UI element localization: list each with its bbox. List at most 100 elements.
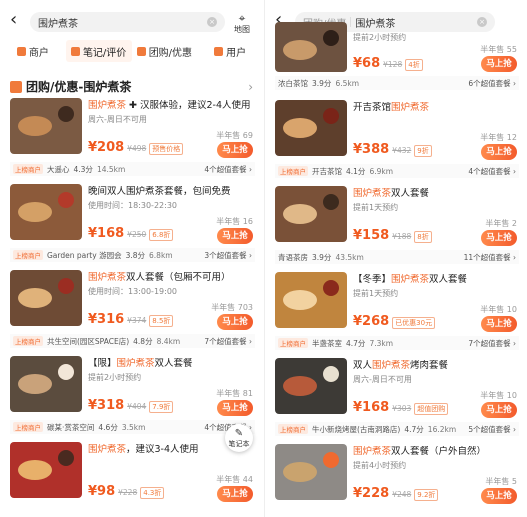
discount-badge: 9折 xyxy=(414,145,432,157)
deal-title: 围炉煮茶双人套餐（包厢不可用） xyxy=(88,272,255,284)
deal-title-rest: ，建议3-4人使用 xyxy=(126,444,199,455)
shop-row[interactable]: 上榜商户 碳某·赏茶空间 4.6分 3.5km 4个超值套餐 › xyxy=(10,420,255,434)
map-button[interactable]: ⌖ 地图 xyxy=(231,12,253,35)
clear-icon[interactable]: × xyxy=(477,17,487,27)
search-input[interactable]: 围炉煮茶 × xyxy=(30,12,225,32)
buy-button[interactable]: 马上抢 xyxy=(481,316,517,332)
shop-row[interactable]: 上榜商户 开吉茶馆 4.1分 6.9km 4个超值套餐 › xyxy=(275,164,519,178)
deal-thumbnail xyxy=(10,184,82,240)
deal-title-rest: 晚间双人围炉煮茶套餐，包间免费 xyxy=(88,186,231,197)
rank-tag: 上榜商户 xyxy=(13,336,43,346)
shop-name: 青语茶房 xyxy=(278,252,308,262)
deal-card[interactable]: 双人围炉煮茶烤肉套餐 周六-周日不可用 半年售 10 ¥168 ¥303 超值团购 … xyxy=(275,358,519,438)
deal-card[interactable]: 围炉煮茶，建议3-4人使用 半年售 44 ¥98 ¥228 4.3折 马上抢 xyxy=(10,442,255,517)
notebook-button[interactable]: ✎ 笔记本 xyxy=(225,424,253,452)
more-deals-link[interactable]: 11个超值套餐 › xyxy=(464,252,516,263)
tab-label: 用户 xyxy=(226,47,247,59)
deal-title-rest: ✚ 汉服体验，建议2-4人使用 xyxy=(126,100,251,111)
buy-button[interactable]: 马上抢 xyxy=(481,56,517,72)
deal-thumbnail xyxy=(275,186,347,242)
discount-badge: 6.8折 xyxy=(149,229,174,241)
tab-merchants[interactable]: 商户 xyxy=(0,40,66,62)
shop-name: 浓白茶馆 xyxy=(278,78,308,88)
original-price: ¥432 xyxy=(392,146,412,155)
deal-subtitle: 提前2小时预约 xyxy=(353,33,407,42)
distance: 7.3km xyxy=(369,338,394,348)
deal-thumbnail xyxy=(10,442,82,498)
deal-card[interactable]: 【限】围炉煮茶双人套餐 提前2小时预约 半年售 81 ¥318 ¥404 7.9折 … xyxy=(10,356,255,436)
more-deals-link[interactable]: 3个超值套餐 › xyxy=(204,250,252,261)
shop-row[interactable]: 上榜商户 Garden party 游园会 3.8分 6.8km 3个超值套餐 › xyxy=(10,248,255,262)
buy-button[interactable]: 马上抢 xyxy=(217,228,253,244)
more-deals-link[interactable]: 5个超值套餐 › xyxy=(468,424,516,435)
buy-button[interactable]: 马上抢 xyxy=(217,486,253,502)
buy-button[interactable]: 马上抢 xyxy=(481,230,517,246)
deal-card[interactable]: 【冬季】围炉煮茶双人套餐 提前1天预约 半年售 10 ¥268 已优惠30元 马上… xyxy=(275,272,519,352)
buy-button[interactable]: 马上抢 xyxy=(217,400,253,416)
tab-deals[interactable]: 团购/优惠 xyxy=(132,40,198,62)
buy-button[interactable]: 马上抢 xyxy=(217,142,253,158)
deal-title-prefix: 【限】 xyxy=(88,358,117,369)
tab-label: 笔记/评价 xyxy=(82,47,127,59)
deal-subtitle: 使用时间：13:00-19:00 xyxy=(88,287,177,296)
deal-card[interactable]: 围炉煮茶双人套餐 提前1天预约 半年售 2 ¥158 ¥188 8折 马上抢 青语茶… xyxy=(275,186,519,266)
rank-tag: 上榜商户 xyxy=(13,422,43,432)
original-price: ¥498 xyxy=(127,144,147,153)
buy-button[interactable]: 马上抢 xyxy=(481,144,517,160)
shop-row[interactable]: 上榜商户 共生空间(园区SPACE店) 4.8分 8.4km 7个超值套餐 › xyxy=(10,334,255,348)
deal-title: 围炉煮茶双人套餐（户外自然） xyxy=(353,446,519,458)
shop-name: Garden party 游园会 xyxy=(47,250,122,260)
buy-button[interactable]: 马上抢 xyxy=(217,314,253,330)
shop-row[interactable]: 浓白茶馆 3.9分 6.5km 6个超值套餐 › xyxy=(275,76,519,90)
sold-count: 半年售 55 xyxy=(480,45,517,54)
note-icon xyxy=(70,46,80,56)
distance: 6.9km xyxy=(369,166,394,176)
deal-subtitle: 周六-周日不可用 xyxy=(353,375,412,384)
deal-subtitle: 提前1天预约 xyxy=(353,289,399,298)
shop-row[interactable]: 青语茶房 3.9分 43.5km 11个超值套餐 › xyxy=(275,250,519,264)
deal-card[interactable]: 围炉煮茶双人套餐（包厢不可用） 使用时间：13:00-19:00 半年售 703… xyxy=(10,270,255,350)
price-row: ¥228 ¥248 9.2折 xyxy=(353,486,439,501)
back-icon[interactable]: ‹ xyxy=(10,10,17,30)
tab-notes[interactable]: 笔记/评价 xyxy=(65,40,132,62)
price-row: ¥68 ¥128 4折 xyxy=(353,56,423,71)
deal-title: 开吉茶馆围炉煮茶 xyxy=(353,102,519,114)
more-deals-link[interactable]: 4个超值套餐 › xyxy=(468,166,516,177)
sold-count: 半年售 703 xyxy=(211,303,253,312)
shop-row[interactable]: 上榜商户 牛小新烧烤屋(古南洞路店) 4.7分 16.2km 5个超值套餐 › xyxy=(275,422,519,436)
deal-title-prefix: 双人 xyxy=(353,360,373,371)
shop-row[interactable]: 上榜商户 半盏茶室 4.7分 7.3km 7个超值套餐 › xyxy=(275,336,519,350)
clear-icon[interactable]: × xyxy=(207,17,217,27)
deal-card[interactable]: 围炉煮茶双人套餐（户外自然） 提前4小时预约 半年售 5 ¥228 ¥248 9.2… xyxy=(275,444,519,517)
deal-title-prefix: 开吉茶馆 xyxy=(353,102,392,113)
coupon-icon xyxy=(136,46,146,56)
buy-button[interactable]: 马上抢 xyxy=(481,488,517,504)
shop-rating: 3.8分 xyxy=(125,250,146,260)
shop-rating: 4.6分 xyxy=(98,422,118,432)
notebook-icon: ✎ xyxy=(234,428,244,439)
tab-label: 团购/优惠 xyxy=(148,47,193,59)
price-row: ¥168 ¥250 6.8折 xyxy=(88,226,174,241)
more-deals-link[interactable]: 7个超值套餐 › xyxy=(204,336,252,347)
price-row: ¥268 已优惠30元 xyxy=(353,314,436,329)
deal-card-partial[interactable]: 提前2小时预约 半年售 55 ¥68 ¥128 4折 马上抢 浓白茶馆 3.9分 6.5… xyxy=(275,22,519,90)
shop-row[interactable]: 上榜商户 大遥心 4.3分 14.5km 4个超值套餐 › xyxy=(10,162,255,176)
shop-name: 共生空间(园区SPACE店) xyxy=(47,336,130,346)
deal-card[interactable]: 晚间双人围炉煮茶套餐，包间免费 使用时间：18:30-22:30 半年售 16 … xyxy=(10,184,255,264)
original-price: ¥248 xyxy=(392,490,412,499)
deal-card[interactable]: 围炉煮茶 ✚ 汉服体验，建议2-4人使用 周六-周日不可用 半年售 69 ¥20… xyxy=(10,98,255,178)
buy-button[interactable]: 马上抢 xyxy=(481,402,517,418)
deal-card[interactable]: 开吉茶馆围炉煮茶 半年售 12 ¥388 ¥432 9折 马上抢 上榜商户 开吉茶馆 4… xyxy=(275,100,519,180)
more-deals-link[interactable]: 4个超值套餐 › xyxy=(204,164,252,175)
rank-tag: 上榜商户 xyxy=(278,338,308,348)
price: ¥168 xyxy=(353,400,390,415)
store-icon xyxy=(16,46,26,56)
shop-rating: 4.1分 xyxy=(346,166,366,176)
section-title[interactable]: 团购/优惠-围炉煮茶 › xyxy=(10,78,253,95)
more-deals-link[interactable]: 7个超值套餐 › xyxy=(468,338,516,349)
section-title-text: 团购/优惠-围炉煮茶 xyxy=(26,80,132,94)
shop-name: 开吉茶馆 xyxy=(312,166,342,176)
more-deals-link[interactable]: 6个超值套餐 › xyxy=(468,78,516,89)
tab-users[interactable]: 用户 xyxy=(197,40,263,62)
deal-title-rest: 烤肉套餐 xyxy=(410,360,449,371)
